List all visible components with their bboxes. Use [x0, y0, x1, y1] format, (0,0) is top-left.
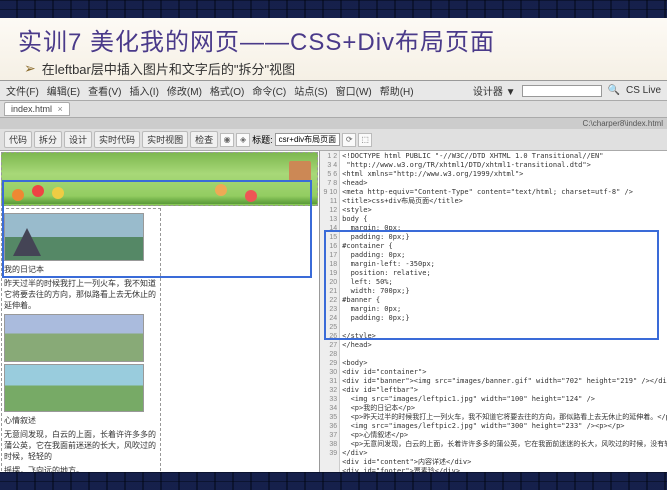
leftpic3-image[interactable] — [4, 364, 144, 412]
leftbar-div[interactable]: 我的日记本 昨天过半的时候我打上一列火车，我不知道它将要去往的方向，那似路看上去… — [1, 208, 161, 472]
split-editor: 我的日记本 昨天过半的时候我打上一列火车，我不知道它将要去往的方向，那似路看上去… — [0, 151, 667, 472]
diary-heading: 我的日记本 — [4, 264, 158, 275]
toolbar-icon-1[interactable]: ◉ — [220, 133, 234, 147]
view-code-button[interactable]: 代码 — [4, 131, 32, 148]
view-design-button[interactable]: 设计 — [64, 131, 92, 148]
menu-modify[interactable]: 修改(M) — [167, 83, 202, 98]
page-title-input[interactable]: csr+div布局页面 — [275, 133, 341, 146]
mood-para2: 摇摆，飞向远的地方。 — [4, 465, 158, 472]
mood-heading: 心情叙述 — [4, 415, 158, 426]
designer-dropdown[interactable]: 设计器 ▼ — [473, 83, 516, 98]
menu-insert[interactable]: 插入(I) — [129, 83, 158, 98]
toolbar-icon-2[interactable]: ◈ — [236, 133, 250, 147]
document-toolbar: 代码 拆分 设计 实时代码 实时视图 检查 ◉ ◈ 标题: csr+div布局页… — [0, 129, 667, 151]
diary-para: 昨天过半的时候我打上一列火车，我不知道它将要去往的方向，那似路看上去无休止的延伸… — [4, 278, 158, 311]
decorative-top-border — [0, 0, 667, 18]
search-input[interactable] — [522, 85, 602, 97]
cslive-button[interactable]: CS Live — [626, 85, 661, 96]
code-view[interactable]: 1 2 3 4 5 6 7 8 9 10 11 12 13 14 15 16 1… — [320, 151, 667, 472]
search-icon[interactable]: 🔍 — [608, 85, 620, 96]
menu-commands[interactable]: 命令(C) — [252, 83, 286, 98]
title-label: 标题: — [252, 133, 273, 146]
tab-close-icon[interactable]: × — [58, 104, 63, 114]
dreamweaver-window: 文件(F) 编辑(E) 查看(V) 插入(I) 修改(M) 格式(O) 命令(C… — [0, 80, 667, 472]
menu-view[interactable]: 查看(V) — [88, 83, 121, 98]
banner-image[interactable] — [1, 152, 318, 206]
toolbar-icon-3[interactable]: ⬚ — [358, 133, 372, 147]
menu-help[interactable]: 帮助(H) — [380, 83, 414, 98]
slide-bullet-row: ➢ 在leftbar层中插入图片和文字后的"拆分"视图 — [18, 59, 649, 78]
file-path-bar: C:\charper8\index.html — [0, 118, 667, 129]
line-numbers: 1 2 3 4 5 6 7 8 9 10 11 12 13 14 15 16 1… — [320, 151, 340, 472]
leftpic1-image[interactable] — [4, 213, 144, 261]
source-code[interactable]: <!DOCTYPE html PUBLIC "-//W3C//DTD XHTML… — [340, 151, 667, 472]
menu-site[interactable]: 站点(S) — [294, 83, 327, 98]
document-tabs: index.html × — [0, 101, 667, 118]
design-view[interactable]: 我的日记本 昨天过半的时候我打上一列火车，我不知道它将要去往的方向，那似路看上去… — [0, 151, 320, 472]
menu-format[interactable]: 格式(O) — [210, 83, 244, 98]
menubar-right: 设计器 ▼ 🔍 CS Live — [473, 83, 661, 98]
tab-index-html[interactable]: index.html × — [4, 102, 70, 116]
view-liveview-button[interactable]: 实时视图 — [142, 131, 188, 148]
menu-bar: 文件(F) 编辑(E) 查看(V) 插入(I) 修改(M) 格式(O) 命令(C… — [0, 81, 667, 101]
menu-edit[interactable]: 编辑(E) — [47, 83, 80, 98]
mood-para1: 无意间发现，白云的上面，长着许许多多的蒲公英，它在我面前迷迷的长大，风吹过的时候… — [4, 429, 158, 462]
view-split-button[interactable]: 拆分 — [34, 131, 62, 148]
view-inspect-button[interactable]: 检查 — [190, 131, 218, 148]
menu-window[interactable]: 窗口(W) — [336, 83, 372, 98]
tab-label: index.html — [11, 104, 52, 114]
bullet-arrow-icon: ➢ — [24, 60, 36, 77]
slide-title: 实训7 美化我的网页——CSS+Div布局页面 — [18, 22, 649, 57]
decorative-bottom-border — [0, 472, 667, 490]
slide-header: 实训7 美化我的网页——CSS+Div布局页面 ➢ 在leftbar层中插入图片… — [0, 18, 667, 80]
leftpic2-image[interactable] — [4, 314, 144, 362]
menu-file[interactable]: 文件(F) — [6, 83, 39, 98]
slide-bullet-text: 在leftbar层中插入图片和文字后的"拆分"视图 — [42, 59, 295, 78]
view-livecode-button[interactable]: 实时代码 — [94, 131, 140, 148]
refresh-icon[interactable]: ⟳ — [342, 133, 356, 147]
